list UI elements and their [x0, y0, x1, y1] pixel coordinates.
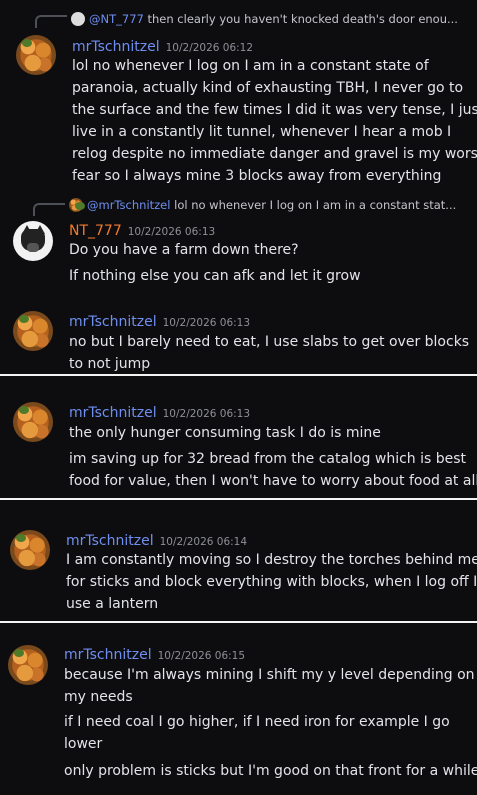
reply-preview[interactable]: @mrTschnitzel lol no whenever I log on I… [69, 198, 456, 212]
message-text: lower [64, 736, 103, 752]
timestamp: 10/2/2026 06:13 [162, 408, 251, 420]
message-text: food for value, then I won't have to wor… [69, 473, 477, 489]
message-text: no but I barely need to eat, I use slabs… [69, 334, 470, 350]
reply-text: then clearly you haven't knocked death's… [147, 12, 458, 26]
message-text: because I'm always mining I shift my y l… [64, 667, 475, 683]
divider [0, 621, 477, 623]
username[interactable]: NT_777 [69, 223, 122, 239]
message-text: for sticks and block everything with blo… [66, 574, 477, 590]
message-header: mrTschnitzel 10/2/2026 06:13 [69, 311, 250, 330]
message-text: the surface and the few times I did it w… [72, 102, 477, 118]
message-text: the only hunger consuming task I do is m… [69, 425, 381, 441]
message-text: Do you have a farm down there? [69, 242, 299, 258]
avatar[interactable] [10, 530, 50, 570]
message-text: my needs [64, 689, 133, 705]
username[interactable]: mrTschnitzel [66, 533, 154, 549]
message-header: NT_777 10/2/2026 06:13 [69, 220, 215, 239]
reply-connector [35, 15, 67, 28]
message-header: mrTschnitzel 10/2/2026 06:13 [69, 402, 250, 421]
message-text: lol no whenever I log on I am in a const… [72, 58, 429, 74]
message-header: mrTschnitzel 10/2/2026 06:15 [64, 644, 245, 663]
message-text: I am constantly moving so I destroy the … [66, 552, 477, 568]
message-text: If nothing else you can afk and let it g… [69, 268, 361, 284]
timestamp: 10/2/2026 06:13 [127, 226, 216, 238]
username[interactable]: mrTschnitzel [64, 647, 152, 663]
reply-avatar [69, 198, 85, 212]
reply-author[interactable]: @mrTschnitzel [87, 198, 170, 212]
avatar[interactable] [8, 645, 48, 685]
avatar[interactable] [13, 311, 53, 351]
username[interactable]: mrTschnitzel [69, 314, 157, 330]
avatar[interactable] [13, 221, 53, 261]
divider [0, 498, 477, 500]
avatar[interactable] [13, 402, 53, 442]
reply-text: lol no whenever I log on I am in a const… [174, 198, 457, 212]
divider [0, 374, 477, 376]
message-text: im saving up for 32 bread from the catal… [69, 451, 467, 467]
timestamp: 10/2/2026 06:13 [162, 317, 251, 329]
username[interactable]: mrTschnitzel [72, 39, 160, 55]
reply-connector [33, 203, 65, 216]
message-text: if I need coal I go higher, if I need ir… [64, 714, 450, 730]
message-text: to not jump [69, 356, 151, 372]
reply-avatar [71, 12, 85, 26]
timestamp: 10/2/2026 06:15 [157, 650, 246, 662]
username[interactable]: mrTschnitzel [69, 405, 157, 421]
message-header: mrTschnitzel 10/2/2026 06:14 [66, 530, 247, 549]
avatar[interactable] [16, 35, 56, 75]
message-text: paranoia, actually kind of exhausting TB… [72, 80, 464, 96]
timestamp: 10/2/2026 06:14 [159, 536, 248, 548]
message-text: live in a constantly lit tunnel, wheneve… [72, 124, 452, 140]
message-text: fear so I always mine 3 blocks away from… [72, 168, 442, 184]
message-header: mrTschnitzel 10/2/2026 06:12 [72, 36, 253, 55]
message-text: relog despite no immediate danger and gr… [72, 146, 477, 162]
reply-preview[interactable]: @NT_777 then clearly you haven't knocked… [71, 12, 458, 26]
message-text: only problem is sticks but I'm good on t… [64, 763, 477, 779]
timestamp: 10/2/2026 06:12 [165, 42, 254, 54]
message-text: use a lantern [66, 596, 159, 612]
reply-author[interactable]: @NT_777 [89, 12, 144, 26]
